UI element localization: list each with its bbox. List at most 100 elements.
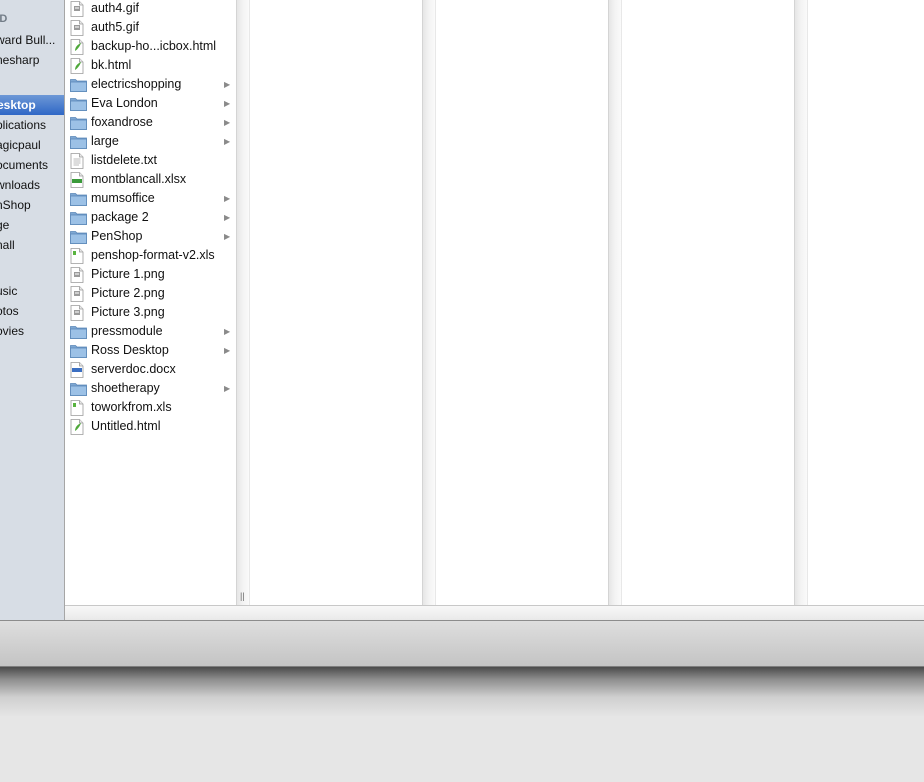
file-name: electricshopping	[91, 77, 182, 91]
column-divider[interactable]	[236, 0, 250, 605]
disclosure-arrow-icon: ▶	[224, 118, 231, 127]
file-name: pressmodule	[91, 324, 163, 338]
file-name: Untitled.html	[91, 419, 161, 433]
sidebar-item-label: nesharp	[0, 53, 40, 67]
sidebar-item[interactable]: wnloads	[0, 175, 64, 195]
file-name: shoetherapy	[91, 381, 160, 395]
file-name: Picture 1.png	[91, 267, 165, 281]
column-resize-handle[interactable]: ||	[240, 591, 245, 601]
sidebar-item[interactable]: usic	[0, 281, 64, 301]
folder-row[interactable]: Ross Desktop ▶	[65, 341, 237, 360]
file-row[interactable]: toworkfrom.xls	[65, 398, 237, 417]
image-file-icon	[70, 20, 86, 36]
file-row[interactable]: Untitled.html	[65, 417, 237, 436]
folder-icon	[70, 210, 87, 225]
file-row[interactable]: backup-ho...icbox.html	[65, 37, 237, 56]
sidebar-item-label: nShop	[0, 198, 31, 212]
folder-icon	[70, 77, 87, 92]
sidebar-item[interactable]: ward Bull...	[0, 30, 64, 50]
file-name: package 2	[91, 210, 149, 224]
sidebar-item-label: nall	[0, 238, 15, 252]
disclosure-arrow-icon: ▶	[224, 232, 231, 241]
file-name: Ross Desktop	[91, 343, 169, 357]
file-row[interactable]: penshop-format-v2.xls	[65, 246, 237, 265]
sidebar: EDward Bull...nesharpSesktopplicationsag…	[0, 0, 65, 620]
folder-icon	[70, 229, 87, 244]
disclosure-arrow-icon: ▶	[224, 327, 231, 336]
file-row[interactable]: auth5.gif	[65, 18, 237, 37]
horizontal-scrollbar[interactable]	[65, 605, 924, 620]
folder-icon	[70, 343, 87, 358]
column-divider[interactable]	[422, 0, 436, 605]
sidebar-item-label: ovies	[0, 324, 25, 338]
file-row[interactable]: listdelete.txt	[65, 151, 237, 170]
file-name: PenShop	[91, 229, 143, 243]
window-shadow	[0, 667, 924, 717]
file-row[interactable]: serverdoc.docx	[65, 360, 237, 379]
html-file-icon	[70, 39, 86, 55]
file-name: bk.html	[91, 58, 132, 72]
sidebar-item-label: otos	[0, 304, 19, 318]
sidebar-item[interactable]: ge	[0, 215, 64, 235]
sidebar-item-label: ge	[0, 218, 10, 232]
sidebar-item[interactable]: otos	[0, 301, 64, 321]
sidebar-item[interactable]: esktop	[0, 95, 64, 115]
sidebar-item[interactable]: ocuments	[0, 155, 64, 175]
file-name: Picture 2.png	[91, 286, 165, 300]
xlsx-file-icon	[70, 172, 86, 188]
file-row[interactable]: Picture 2.png	[65, 284, 237, 303]
folder-row[interactable]: shoetherapy ▶	[65, 379, 237, 398]
sidebar-item-label: plications	[0, 118, 47, 132]
folder-icon	[70, 134, 87, 149]
finder-window: EDward Bull...nesharpSesktopplicationsag…	[0, 0, 924, 667]
sidebar-item[interactable]: nall	[0, 235, 64, 255]
folder-icon	[70, 381, 87, 396]
folder-icon	[70, 191, 87, 206]
sidebar-item[interactable]: nShop	[0, 195, 64, 215]
folder-row[interactable]: electricshopping ▶	[65, 75, 237, 94]
folder-icon	[70, 115, 87, 130]
file-name: listdelete.txt	[91, 153, 158, 167]
file-column: auth4.gif auth5.gif backup-ho...icbox.html…	[65, 0, 237, 605]
file-row[interactable]: bk.html	[65, 56, 237, 75]
file-name: auth5.gif	[91, 20, 139, 34]
image-file-icon	[70, 267, 86, 283]
file-row[interactable]: Picture 3.png	[65, 303, 237, 322]
disclosure-arrow-icon: ▶	[224, 346, 231, 355]
sidebar-item-label: ocuments	[0, 158, 49, 172]
html-file-icon	[70, 419, 86, 435]
sidebar-item[interactable]: ovies	[0, 321, 64, 341]
html-file-icon	[70, 58, 86, 74]
folder-row[interactable]: foxandrose ▶	[65, 113, 237, 132]
disclosure-arrow-icon: ▶	[224, 99, 231, 108]
file-row[interactable]: montblancall.xlsx	[65, 170, 237, 189]
file-name: foxandrose	[91, 115, 153, 129]
image-file-icon	[70, 286, 86, 302]
folder-row[interactable]: large ▶	[65, 132, 237, 151]
file-name: penshop-format-v2.xls	[91, 248, 215, 262]
column-divider[interactable]	[794, 0, 808, 605]
status-bar	[0, 620, 924, 667]
column-divider[interactable]	[608, 0, 622, 605]
sidebar-item[interactable]: nesharp	[0, 50, 64, 70]
folder-icon	[70, 324, 87, 339]
text-file-icon	[70, 153, 86, 169]
file-row[interactable]: Picture 1.png	[65, 265, 237, 284]
file-row[interactable]: auth4.gif	[65, 0, 237, 18]
sidebar-item[interactable]: agicpaul	[0, 135, 64, 155]
sidebar-item-label: wnloads	[0, 178, 41, 192]
folder-row[interactable]: PenShop ▶	[65, 227, 237, 246]
folder-row[interactable]: package 2 ▶	[65, 208, 237, 227]
folder-row[interactable]: mumsoffice ▶	[65, 189, 237, 208]
file-name: auth4.gif	[91, 1, 139, 15]
file-name: Picture 3.png	[91, 305, 165, 319]
folder-row[interactable]: Eva London ▶	[65, 94, 237, 113]
image-file-icon	[70, 1, 86, 17]
file-name: Eva London	[91, 96, 158, 110]
folder-row[interactable]: pressmodule ▶	[65, 322, 237, 341]
file-name: backup-ho...icbox.html	[91, 39, 217, 53]
disclosure-arrow-icon: ▶	[224, 194, 231, 203]
column-browser: auth4.gif auth5.gif backup-ho...icbox.html…	[65, 0, 924, 605]
folder-icon	[70, 96, 87, 111]
sidebar-item[interactable]: plications	[0, 115, 64, 135]
